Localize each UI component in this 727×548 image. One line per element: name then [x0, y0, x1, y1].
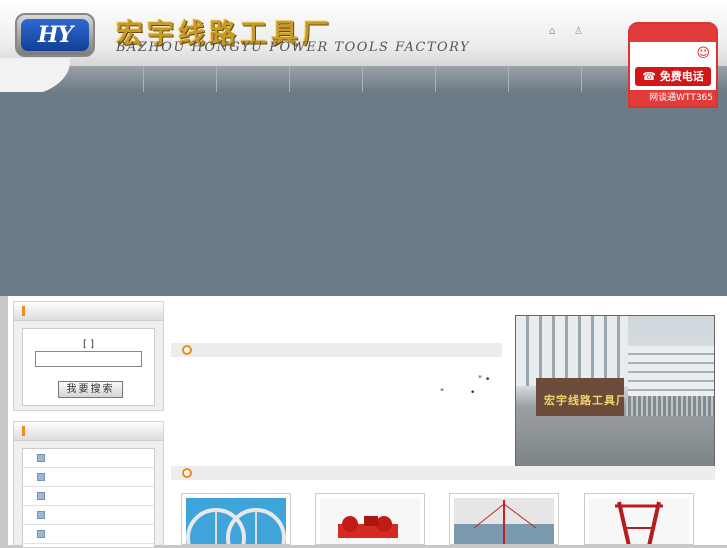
- category-list: [22, 448, 155, 548]
- factory-photo: 宏宇线路工具厂: [515, 315, 715, 467]
- photo-building: [628, 346, 714, 398]
- company-logo[interactable]: HY: [15, 13, 95, 57]
- header-marker-icon: [22, 306, 25, 316]
- circle-marker-icon: [182, 468, 192, 478]
- customer-service-icon: ☺: [696, 46, 710, 61]
- logo-mark: HY: [21, 19, 89, 51]
- widget-footer-link[interactable]: 网谈通WTT365: [630, 90, 716, 106]
- text-fragment: ": [440, 388, 445, 398]
- nav-separator: [216, 66, 217, 92]
- photo-fence: [626, 396, 714, 416]
- product-image-lifting-frame: [589, 498, 689, 544]
- text-fragment: •: [470, 388, 476, 398]
- banner-area: [0, 92, 727, 296]
- photo-gate-sign: 宏宇线路工具厂: [544, 394, 628, 407]
- about-section-header: [171, 343, 502, 357]
- search-panel-header: [14, 302, 163, 321]
- search-panel: [ ] 我要搜索: [13, 301, 164, 411]
- product-image-winch: [320, 498, 420, 544]
- nav-separator: [143, 66, 144, 92]
- nav-separator: [581, 66, 582, 92]
- product-thumbnail[interactable]: [584, 493, 694, 545]
- list-item[interactable]: [23, 468, 154, 487]
- header-marker-icon: [22, 426, 25, 436]
- widget-top-bar: [630, 24, 716, 42]
- free-call-widget: ☺ ☎ 免费电话 网谈通WTT365: [628, 22, 718, 108]
- text-fragment: " •: [478, 375, 491, 385]
- nav-separator: [289, 66, 290, 92]
- product-image-gin-pole: [454, 498, 554, 544]
- nav-separator: [508, 66, 509, 92]
- search-input[interactable]: [35, 351, 142, 367]
- product-thumbnail[interactable]: [181, 493, 291, 545]
- search-button[interactable]: 我要搜索: [58, 381, 123, 398]
- bullet-icon: [37, 511, 45, 519]
- product-thumbnail[interactable]: [449, 493, 559, 545]
- product-thumbnail[interactable]: [315, 493, 425, 545]
- product-image-cable-reel: [186, 498, 286, 544]
- search-box: [ ] 我要搜索: [22, 328, 155, 406]
- nav-separator: [435, 66, 436, 92]
- nav-separator: [362, 66, 363, 92]
- category-panel-header: [14, 422, 163, 441]
- bullet-icon: [37, 454, 45, 462]
- bullet-icon: [37, 473, 45, 481]
- circle-marker-icon: [182, 345, 192, 355]
- site-header: HY 宏宇线路工具厂 BAZHOU HONGYU POWER TOOLS FAC…: [0, 0, 727, 66]
- list-item[interactable]: [23, 487, 154, 506]
- brand-name-english: BAZHOU HONGYU POWER TOOLS FACTORY: [116, 40, 471, 55]
- photo-building: [516, 316, 628, 386]
- list-item[interactable]: [23, 449, 154, 468]
- bullet-icon: [37, 530, 45, 538]
- products-section-header: [171, 466, 715, 480]
- user-icon[interactable]: ♙: [574, 26, 583, 37]
- free-call-button[interactable]: ☎ 免费电话: [635, 67, 711, 86]
- main-navigation: [0, 66, 727, 92]
- bullet-icon: [37, 492, 45, 500]
- search-label: [ ]: [83, 339, 94, 350]
- list-item[interactable]: [23, 525, 154, 544]
- category-panel: [13, 421, 164, 548]
- home-icon[interactable]: ⌂: [549, 26, 555, 37]
- list-item[interactable]: [23, 506, 154, 525]
